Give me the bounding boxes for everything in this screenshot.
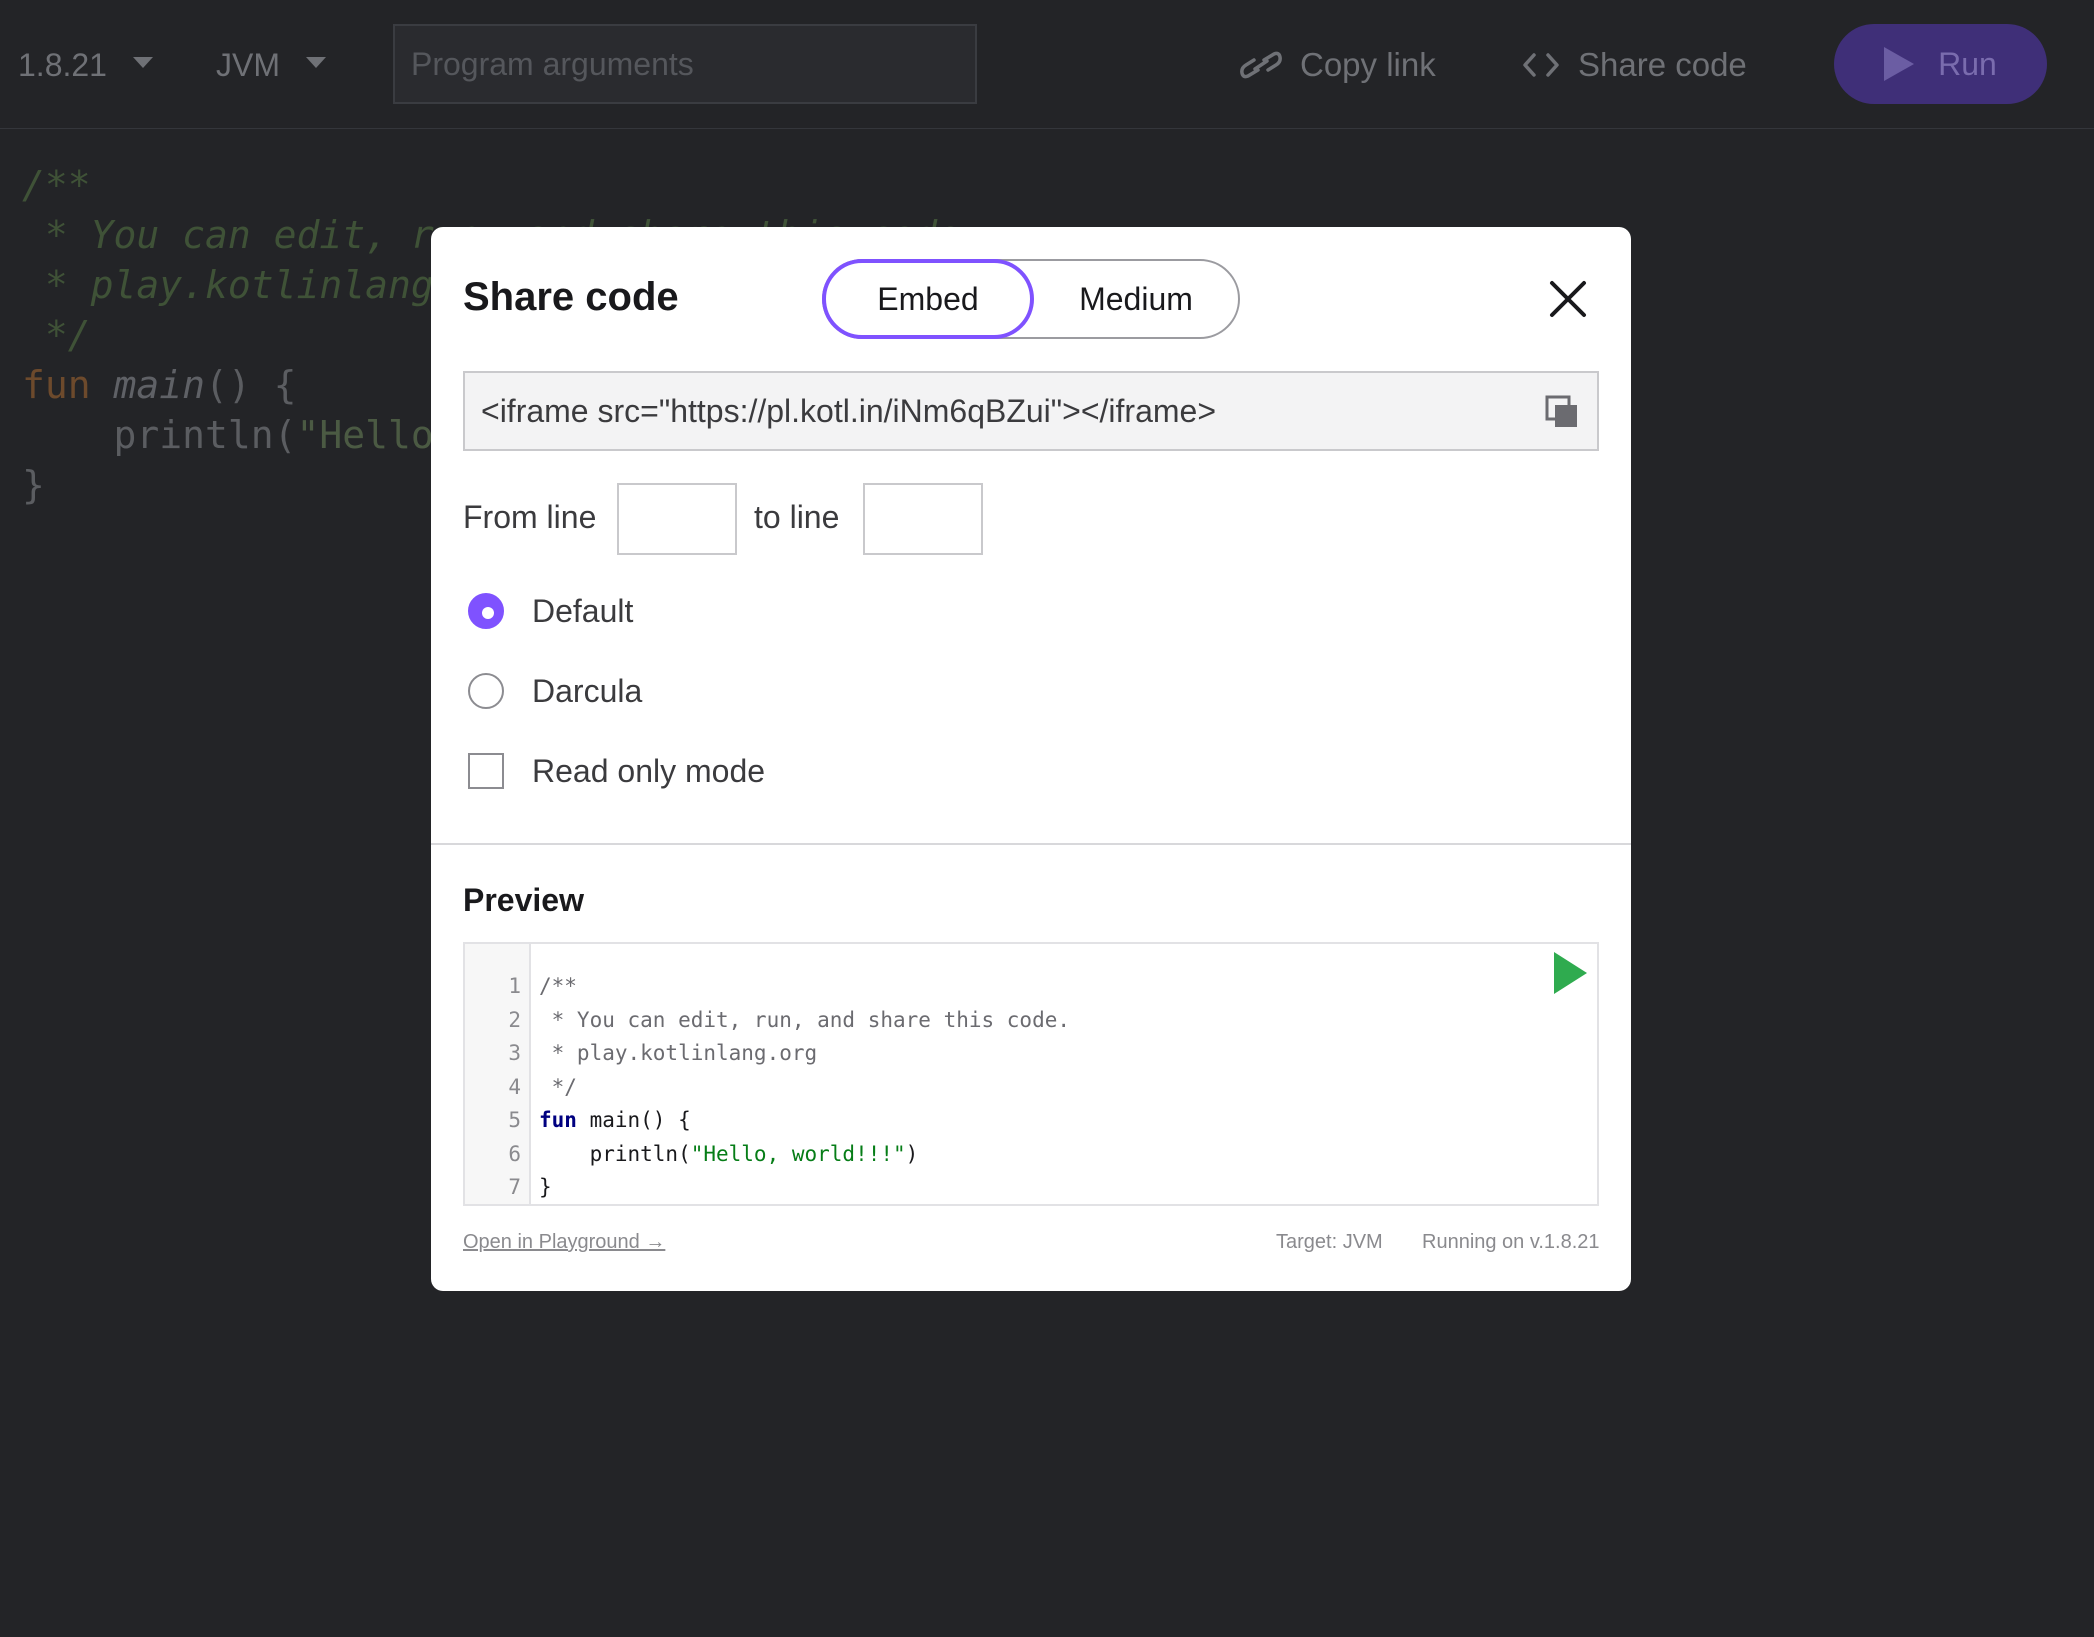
preview-heading: Preview (463, 882, 584, 918)
line-number: 4 (508, 1074, 521, 1099)
preview-code: /** * You can edit, run, and share this … (539, 970, 1071, 1204)
theme-option-label: Default (532, 592, 634, 629)
tab-medium[interactable]: Medium (1034, 261, 1238, 337)
code-line: * You can edit, run, and share this code… (539, 1007, 1071, 1032)
theme-option-darcula[interactable]: Darcula (468, 671, 642, 711)
code-line: } (22, 463, 45, 507)
line-number: 7 (508, 1175, 521, 1199)
preview-run-icon[interactable] (1554, 952, 1587, 994)
code-line: */ (22, 313, 91, 357)
version-label: 1.8.21 (18, 46, 107, 83)
close-icon[interactable] (1546, 277, 1590, 321)
chevron-down-icon (306, 56, 326, 68)
share-code-button[interactable]: Share code (1522, 40, 1747, 90)
preview-editor[interactable]: 1 2 3 4 5 6 7 /** * You can edit, run, a… (463, 942, 1599, 1206)
read-only-option[interactable]: Read only mode (468, 751, 765, 791)
from-line-label: From line (463, 499, 597, 535)
code-line: fun main() { (539, 1108, 691, 1132)
to-line-label: to line (754, 499, 840, 535)
code-line: /** (539, 974, 577, 998)
open-in-playground-link[interactable]: Open in Playground → (463, 1231, 665, 1254)
code-line: /** (22, 163, 91, 207)
tab-embed[interactable]: Embed (822, 259, 1034, 339)
code-line: } (539, 1175, 552, 1199)
top-toolbar: 1.8.21 JVM Copy link Share code Run (0, 0, 2094, 129)
running-on-label: Running on v.1.8.21 (1422, 1231, 1600, 1253)
embed-code-text: <iframe src="https://pl.kotl.in/iNm6qBZu… (481, 392, 1216, 429)
line-number: 6 (508, 1141, 521, 1166)
program-arguments-input[interactable] (393, 24, 977, 104)
code-line: println("Hello, world!!!") (539, 1141, 919, 1166)
copy-link-button[interactable]: Copy link (1240, 40, 1436, 90)
target-label: Target: JVM (1276, 1231, 1383, 1253)
run-button[interactable]: Run (1834, 24, 2047, 104)
platform-label: JVM (216, 46, 280, 83)
embed-code-field[interactable]: <iframe src="https://pl.kotl.in/iNm6qBZu… (463, 371, 1599, 451)
code-brackets-icon (1523, 53, 1559, 77)
line-number: 2 (508, 1007, 521, 1032)
read-only-checkbox[interactable] (468, 753, 504, 789)
theme-option-default[interactable]: Default (468, 591, 633, 631)
chevron-down-icon (132, 56, 153, 68)
code-line: println("Hello, (22, 413, 457, 457)
code-line: * play.kotlinlang. (22, 263, 457, 307)
share-mode-toggle: Embed Medium (822, 259, 1240, 339)
line-number: 5 (508, 1108, 521, 1132)
dialog-title: Share code (463, 275, 679, 319)
version-select[interactable]: 1.8.21 (18, 40, 153, 90)
copy-link-label: Copy link (1300, 46, 1436, 83)
code-line: fun main() { (22, 363, 297, 407)
line-number-gutter: 1 2 3 4 5 6 7 (465, 944, 531, 1204)
line-number: 3 (508, 1041, 521, 1065)
run-label: Run (1938, 45, 1997, 82)
link-icon (1240, 51, 1282, 79)
from-line-input[interactable] (617, 483, 737, 555)
divider (431, 843, 1631, 845)
share-code-label: Share code (1578, 46, 1747, 83)
radio-selected-icon[interactable] (468, 593, 504, 629)
line-number: 1 (508, 974, 521, 998)
theme-option-label: Darcula (532, 672, 643, 709)
share-code-dialog: Share code Embed Medium <iframe src="htt… (431, 227, 1631, 1291)
play-icon (1884, 47, 1915, 81)
copy-icon[interactable] (1545, 395, 1579, 429)
code-line: */ (539, 1074, 577, 1099)
read-only-label: Read only mode (532, 752, 766, 789)
code-line: * play.kotlinlang.org (539, 1041, 818, 1065)
platform-select[interactable]: JVM (216, 40, 326, 90)
radio-unselected-icon[interactable] (468, 673, 504, 709)
to-line-input[interactable] (863, 483, 983, 555)
